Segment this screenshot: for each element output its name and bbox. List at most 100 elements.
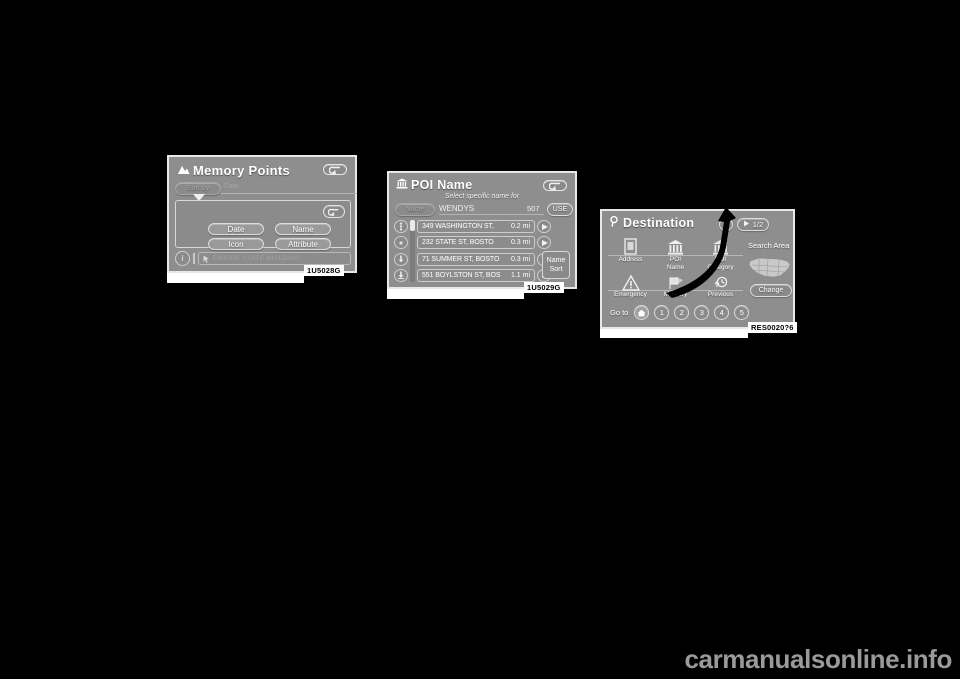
mountain-marker-icon [177,163,190,178]
name-sort-button[interactable]: Name Sort [542,251,570,279]
magnifier-pin-icon [609,215,620,230]
page-footer: carmanualsonline.info [0,644,960,679]
destination-title: Destination [609,215,695,230]
tab-underline [221,193,357,194]
footer-divider [193,253,195,264]
map-pointer-icon [203,255,210,263]
sort-date-button[interactable]: Date [208,223,264,235]
change-search-area-button[interactable]: Change [750,284,792,297]
list-item[interactable]: 232 STATE ST, BOSTO 0.3 mi [417,236,535,250]
scroll-button-column [394,220,408,282]
scroll-bottom-icon[interactable] [394,268,408,282]
play-arrow-icon[interactable] [537,220,551,233]
poi-search-row: Name WENDYS 507 USE [395,203,573,216]
goto-preset-2[interactable]: 2 [674,305,690,320]
destination-screen: Destination ? 1/2 Address POI Name POI C… [600,209,795,329]
figure-baseline-3 [600,329,748,338]
dest-memory-label: Memory [663,291,688,298]
home-icon[interactable] [634,305,650,320]
poi-distance: 0.2 mi [510,223,530,230]
back-button[interactable] [323,164,347,175]
goto-row: Go to 1 2 3 4 5 [610,305,790,320]
site-watermark: carmanualsonline.info [684,644,952,674]
poi-result-list: 349 WASHINGTON ST, 0.2 mi 232 STATE ST, … [417,220,535,282]
sort-tab-value: Date [224,183,239,190]
memory-points-footer: i EMPIRE STATE BUILDING [175,251,351,266]
poi-distance: 0.3 mi [510,255,530,263]
use-button[interactable]: USE [547,203,573,216]
next-arrow-icon [743,220,750,229]
warning-triangle-icon [621,271,640,291]
name-tab[interactable]: Name [395,203,435,216]
dest-emergency-button[interactable]: Emergency [608,271,653,306]
dest-poi-name-button[interactable]: POI Name [653,236,698,271]
goto-label: Go to [610,308,629,317]
list-item[interactable]: 71 SUMMER ST, BOSTO 0.3 mi [417,252,535,266]
poi-name-title: POI Name [396,178,472,192]
memory-flag-icon [667,271,685,291]
dest-address-label: Address [618,256,643,263]
help-button[interactable]: ? [719,218,733,231]
play-arrow-icon[interactable] [537,236,551,250]
dest-address-button[interactable]: Address [608,236,653,271]
selected-point-bar[interactable]: EMPIRE STATE BUILDING [198,252,351,265]
figure-baseline-2 [387,289,524,299]
bank-building-icon [667,236,684,256]
bank-building-icon [396,178,408,192]
poi-address: 551 BOYLSTON ST, BOS [422,271,501,279]
scroll-up-icon[interactable] [394,236,408,250]
figure-caption-1: 1U5028G [304,265,344,276]
poi-name-screen: POI Name Select specific name for Name W… [387,171,577,289]
memory-points-screen: Memory Points Sort by Date Date Name Ico… [167,155,357,273]
dest-poi-category-button[interactable]: POI Category [698,236,743,271]
result-count: 507 [527,204,540,213]
search-area-label: Search Area [748,241,790,250]
scroll-page-up-icon[interactable] [394,220,408,233]
back-button[interactable] [543,180,567,191]
goto-preset-4[interactable]: 4 [714,305,730,320]
previous-clock-icon [712,271,729,291]
figure-caption-3: RES0020?6 [748,322,797,333]
scrollbar-thumb[interactable] [410,220,415,231]
goto-preset-1[interactable]: 1 [654,305,670,320]
destination-method-grid: Address POI Name POI Category Emergency [608,236,743,306]
dest-previous-button[interactable]: Previous [698,271,743,306]
destination-title-text: Destination [623,216,695,230]
list-item[interactable]: 551 BOYLSTON ST, BOS 1.1 mi [417,268,535,282]
usa-map-icon [746,255,794,281]
return-arrow-icon [328,166,340,174]
dest-poi-category-label: POI Category [707,256,734,271]
poi-name-title-text: POI Name [411,178,473,192]
page-stage: Memory Points Sort by Date Date Name Ico… [0,0,960,679]
dest-emergency-label: Emergency [614,291,647,298]
sort-attribute-button[interactable]: Attribute [275,238,331,250]
bank-building-icon [712,236,729,256]
name-sort-line1: Name [546,256,566,264]
list-item[interactable]: 349 WASHINGTON ST, 0.2 mi [417,220,535,233]
page-next-button[interactable]: 1/2 [737,218,769,231]
search-query-value: WENDYS [439,204,475,213]
return-arrow-icon [328,208,339,216]
poi-address: 71 SUMMER ST, BOSTO [422,255,500,263]
memory-points-title: Memory Points [177,163,290,178]
selected-point-name: EMPIRE STATE BUILDING [213,255,301,262]
return-arrow-icon [548,182,560,190]
goto-preset-5[interactable]: 5 [734,305,750,320]
poi-address: 349 WASHINGTON ST, [422,223,494,230]
address-card-icon [623,236,639,256]
sort-name-button[interactable]: Name [275,223,331,235]
info-icon[interactable]: i [175,251,190,266]
figure-caption-2: 1U5029G [524,282,564,293]
query-underline [439,214,544,215]
list-scrollbar[interactable] [410,220,415,282]
goto-preset-3[interactable]: 3 [694,305,710,320]
panel-back-button[interactable] [323,205,345,218]
poi-address: 232 STATE ST, BOSTO [422,239,494,247]
poi-distance: 0.3 mi [510,239,530,247]
dest-poi-name-label: POI Name [666,256,685,271]
scroll-down-icon[interactable] [394,252,408,266]
sort-icon-button[interactable]: Icon [208,238,264,250]
dest-memory-button[interactable]: Memory [653,271,698,306]
poi-distance: 1.1 mi [510,271,530,279]
memory-points-title-text: Memory Points [193,163,291,178]
